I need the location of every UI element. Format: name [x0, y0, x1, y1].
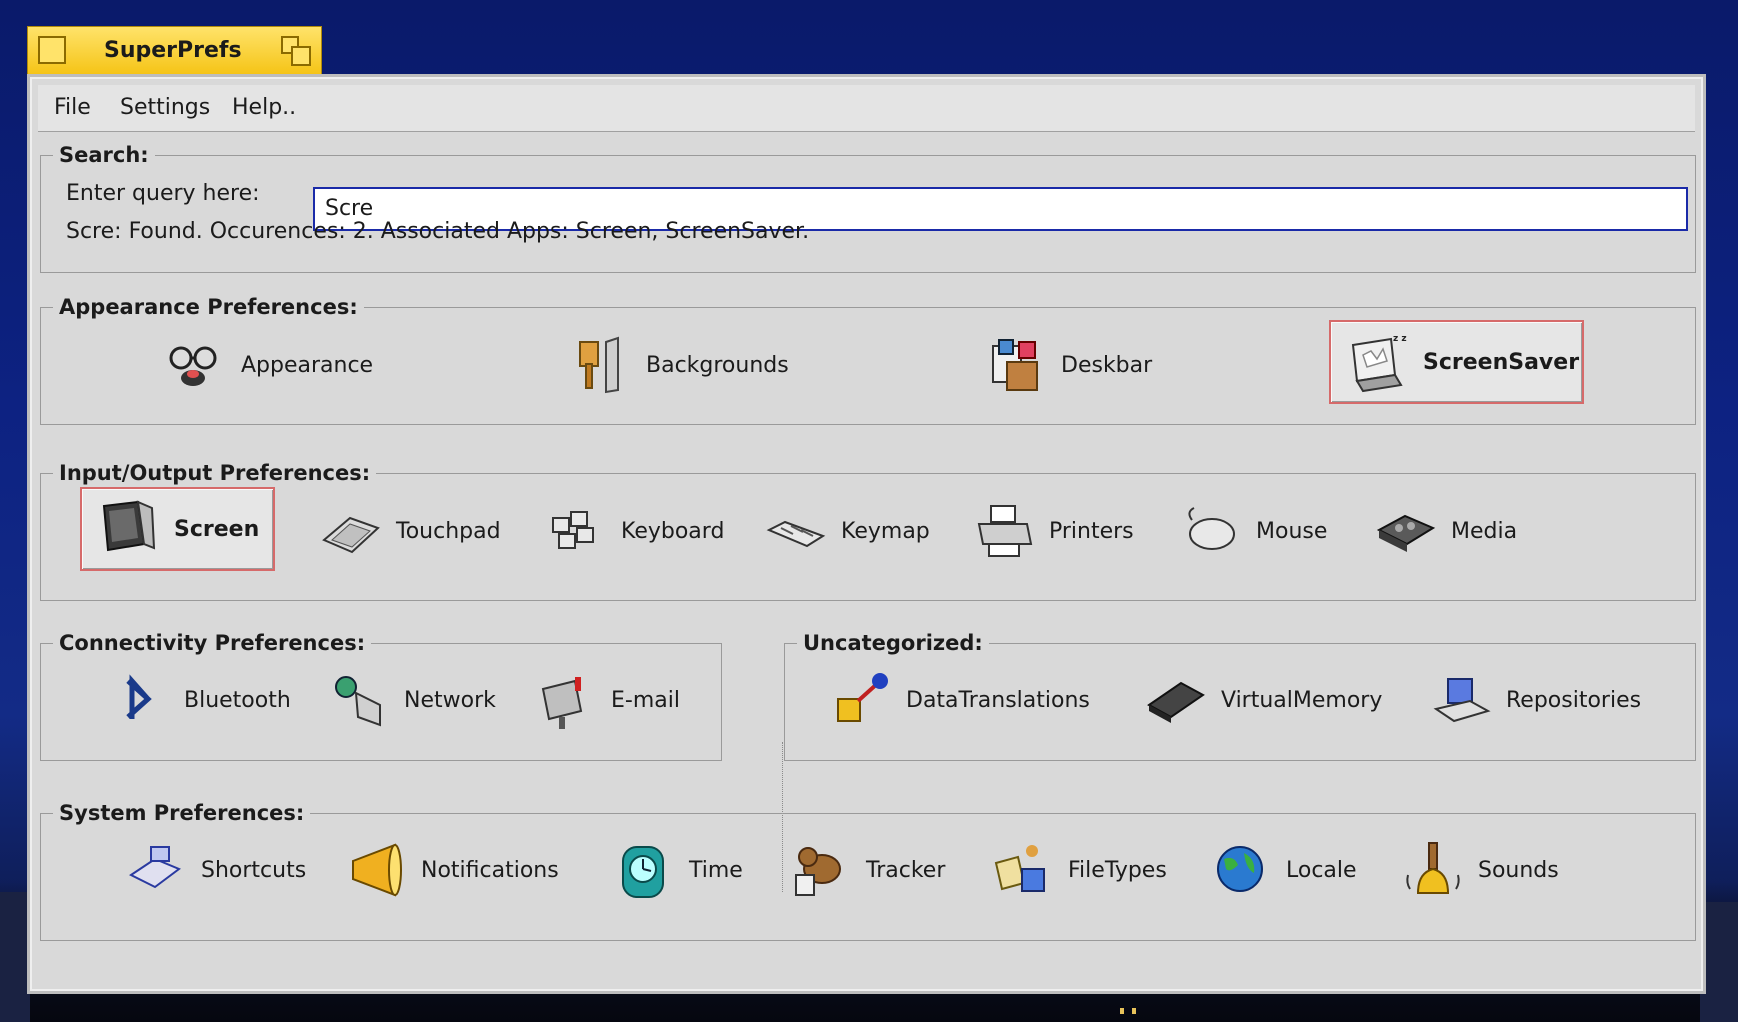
pref-label: Keyboard	[621, 518, 725, 544]
pref-label: Sounds	[1478, 857, 1559, 883]
pref-label: Shortcuts	[201, 857, 307, 883]
pref-bluetooth[interactable]: Bluetooth	[108, 665, 291, 735]
pref-label: Mouse	[1256, 518, 1328, 544]
pref-touchpad[interactable]: Touchpad	[320, 496, 501, 566]
pref-email[interactable]: E-mail	[535, 665, 680, 735]
pref-label: FileTypes	[1068, 857, 1167, 883]
media-icon	[1376, 514, 1436, 552]
pref-repositories[interactable]: Repositories	[1430, 665, 1641, 735]
search-prompt-label: Enter query here:	[66, 181, 260, 206]
deskbar-icon	[992, 339, 1038, 391]
pref-label: Media	[1451, 518, 1518, 544]
pref-label: Printers	[1049, 518, 1134, 544]
screen-icon	[102, 500, 156, 552]
pref-keymap[interactable]: Keymap	[765, 496, 930, 566]
pref-mouse[interactable]: Mouse	[1180, 496, 1327, 566]
menu-file[interactable]: File	[54, 95, 91, 120]
window-title: SuperPrefs	[104, 38, 242, 63]
pref-datatranslations[interactable]: DataTranslations	[830, 665, 1090, 735]
search-result-text: Scre: Found. Occurences: 2. Associated A…	[66, 219, 810, 244]
keyboard-icon	[552, 511, 594, 549]
pref-filetypes[interactable]: FileTypes	[992, 835, 1167, 905]
svg-text:z z: z z	[1393, 334, 1407, 344]
pref-notifications[interactable]: Notifications	[345, 835, 559, 905]
pref-label: E-mail	[611, 687, 680, 713]
screensaver-icon: z z	[1351, 334, 1407, 393]
pref-label: VirtualMemory	[1221, 687, 1383, 713]
pref-label: Screen	[174, 516, 260, 542]
system-group-label: System Preferences:	[53, 800, 311, 826]
pref-label: Bluetooth	[184, 687, 291, 713]
pref-label: Keymap	[841, 518, 930, 544]
datatranslations-icon	[837, 673, 888, 722]
pref-label: Repositories	[1506, 687, 1642, 713]
pref-backgrounds[interactable]: Backgrounds	[570, 330, 789, 400]
pref-label: Deskbar	[1061, 352, 1153, 378]
pref-deskbar[interactable]: Deskbar	[985, 330, 1152, 400]
io-group-label: Input/Output Preferences:	[53, 460, 377, 486]
pref-sounds[interactable]: Sounds	[1402, 835, 1559, 905]
filetypes-icon	[994, 845, 1045, 892]
pref-label: Notifications	[421, 857, 559, 883]
mouse-icon	[1188, 507, 1235, 550]
pref-label: Tracker	[866, 857, 946, 883]
shortcuts-icon	[129, 846, 181, 889]
close-button[interactable]	[38, 36, 66, 64]
keymap-icon	[766, 520, 826, 548]
pref-time[interactable]: Time	[613, 835, 743, 905]
pref-virtualmemory[interactable]: VirtualMemory	[1145, 665, 1382, 735]
appearance-icon	[169, 346, 217, 386]
locale-icon	[1217, 846, 1263, 892]
pref-label: Locale	[1286, 857, 1357, 883]
pref-screen[interactable]: Screen	[80, 487, 275, 571]
menu-help[interactable]: Help..	[232, 95, 296, 120]
pref-media[interactable]: Media	[1375, 496, 1517, 566]
network-icon	[335, 676, 381, 727]
repositories-icon	[1433, 678, 1491, 723]
pref-label: Appearance	[241, 352, 374, 378]
touchpad-icon	[322, 516, 380, 554]
pref-label: Network	[404, 687, 496, 713]
menu-settings[interactable]: Settings	[120, 95, 210, 120]
email-icon	[541, 677, 583, 729]
pref-locale[interactable]: Locale	[1210, 835, 1357, 905]
pref-label: Backgrounds	[646, 352, 789, 378]
notifications-icon	[352, 843, 402, 897]
search-group-label: Search:	[53, 142, 155, 168]
pref-label: ScreenSaver	[1423, 349, 1580, 375]
appearance-group-label: Appearance Preferences:	[53, 294, 364, 320]
pref-screensaver[interactable]: z z ScreenSaver	[1329, 320, 1584, 404]
pref-tracker[interactable]: Tracker	[790, 835, 945, 905]
bluetooth-icon	[126, 674, 152, 719]
menu-bar: File Settings Help..	[38, 85, 1695, 132]
backgrounds-icon	[579, 336, 619, 394]
pref-shortcuts[interactable]: Shortcuts	[125, 835, 306, 905]
window-title-tab[interactable]: SuperPrefs	[27, 26, 322, 74]
pref-label: Touchpad	[396, 518, 501, 544]
pref-network[interactable]: Network	[328, 665, 496, 735]
connectivity-group-label: Connectivity Preferences:	[53, 630, 372, 656]
zoom-button[interactable]	[281, 36, 311, 66]
time-icon	[622, 846, 664, 898]
uncategorized-group-label: Uncategorized:	[797, 630, 989, 656]
superprefs-window: File Settings Help.. Search: Enter query…	[27, 74, 1706, 994]
pref-appearance[interactable]: Appearance	[165, 330, 373, 400]
pref-label: DataTranslations	[906, 687, 1090, 713]
pref-keyboard[interactable]: Keyboard	[545, 496, 724, 566]
tracker-icon	[795, 847, 841, 896]
sounds-icon	[1406, 842, 1460, 894]
virtualmemory-icon	[1147, 681, 1205, 723]
pref-label: Time	[689, 857, 743, 883]
pref-printers[interactable]: Printers	[973, 496, 1134, 566]
printer-icon	[977, 505, 1033, 557]
